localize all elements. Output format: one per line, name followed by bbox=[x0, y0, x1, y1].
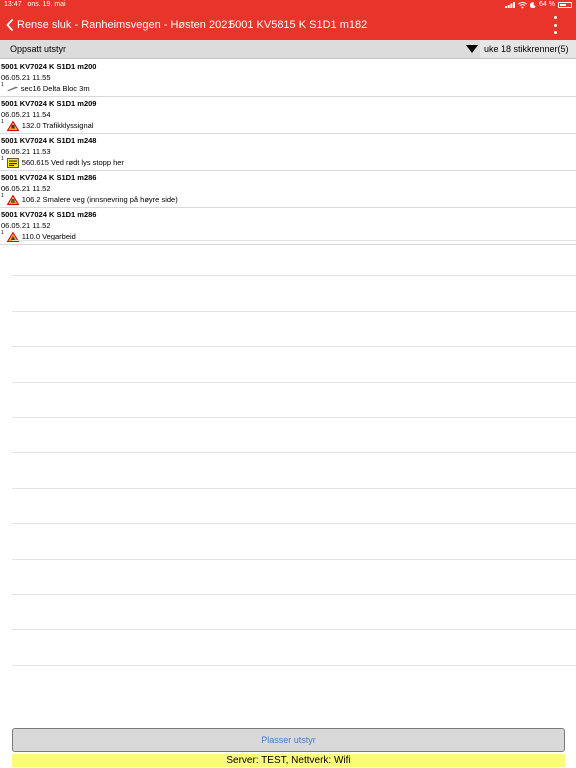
moon-icon bbox=[530, 2, 536, 8]
page-title: 5001 KV5815 K S1D1 m182 bbox=[229, 19, 368, 31]
empty-row-divider bbox=[12, 629, 576, 630]
toolbar-label: Oppsatt utstyr bbox=[10, 44, 67, 54]
empty-row-divider bbox=[12, 275, 576, 276]
warning-sign-icon bbox=[6, 120, 19, 131]
item-date: 06.05.21 11.55 bbox=[1, 73, 51, 82]
empty-row-divider bbox=[12, 594, 576, 595]
item-count: 1 bbox=[1, 156, 4, 162]
more-menu-button[interactable] bbox=[550, 16, 560, 34]
empty-row-divider bbox=[12, 240, 576, 241]
status-bar: 13:47 ons. 19. mai 64 % bbox=[0, 0, 576, 10]
server-status-bar: Server: TEST, Nettverk: Wifi bbox=[12, 754, 565, 767]
empty-row-divider bbox=[12, 559, 576, 560]
status-date: ons. 19. mai bbox=[27, 1, 66, 8]
item-date: 06.05.21 11.52 bbox=[1, 184, 51, 193]
item-date: 06.05.21 11.53 bbox=[1, 147, 51, 156]
empty-row-divider bbox=[12, 311, 576, 312]
empty-row-divider bbox=[12, 452, 576, 453]
warning-sign-icon bbox=[6, 194, 19, 205]
nav-bar: Rense sluk - Ranheimsvegen - Høsten 2021… bbox=[0, 10, 576, 40]
dropdown-arrow-icon[interactable] bbox=[466, 45, 478, 53]
item-title: 5001 KV7024 K S1D1 m200 bbox=[1, 62, 97, 71]
list-item[interactable]: 5001 KV7024 K S1D1 m200 06.05.21 11.55 1… bbox=[0, 61, 576, 97]
more-vertical-dot bbox=[553, 23, 557, 27]
wifi-icon bbox=[518, 1, 527, 8]
info-sign-icon bbox=[6, 157, 19, 168]
empty-row-divider bbox=[12, 346, 576, 347]
item-count: 1 bbox=[1, 119, 4, 125]
more-vertical-icon bbox=[553, 16, 557, 19]
list-item[interactable]: 5001 KV7024 K S1D1 m286 06.05.21 11.52 1… bbox=[0, 172, 576, 208]
more-vertical-dot bbox=[553, 31, 557, 34]
equipment-toolbar: Oppsatt utstyr uke 18 stikkrenner(5) bbox=[0, 40, 576, 59]
item-description: sec16 Delta Bloc 3m bbox=[20, 84, 90, 93]
battery-icon bbox=[558, 2, 572, 8]
item-date: 06.05.21 11.52 bbox=[1, 221, 51, 230]
item-title: 5001 KV7024 K S1D1 m286 bbox=[1, 173, 97, 182]
week-select[interactable]: uke 18 stikkrenner(5) bbox=[480, 40, 576, 58]
delta-bloc-icon bbox=[6, 86, 18, 91]
item-description: 560.615 Ved rødt lys stopp her bbox=[21, 158, 124, 167]
item-description: 132.0 Trafikklyssignal bbox=[21, 121, 94, 130]
list-item[interactable]: 5001 KV7024 K S1D1 m209 06.05.21 11.54 1… bbox=[0, 98, 576, 134]
empty-row-divider bbox=[12, 488, 576, 489]
item-title: 5001 KV7024 K S1D1 m286 bbox=[1, 210, 97, 219]
empty-row-divider bbox=[12, 665, 576, 666]
chevron-left-icon bbox=[6, 19, 13, 31]
item-title: 5001 KV7024 K S1D1 m248 bbox=[1, 136, 97, 145]
status-time: 13:47 bbox=[4, 1, 22, 8]
back-button[interactable]: Rense sluk - Ranheimsvegen - Høsten 2021 bbox=[6, 10, 233, 40]
item-count: 1 bbox=[1, 82, 4, 88]
item-description: 106.2 Smalere veg (innsnevring på høyre … bbox=[21, 195, 178, 204]
item-title: 5001 KV7024 K S1D1 m209 bbox=[1, 99, 97, 108]
item-count: 1 bbox=[1, 230, 4, 236]
place-equipment-button[interactable]: Plasser utstyr bbox=[12, 728, 565, 752]
back-label: Rense sluk - Ranheimsvegen - Høsten 2021 bbox=[17, 19, 234, 31]
signal-icon bbox=[505, 2, 516, 8]
empty-row-divider bbox=[12, 382, 576, 383]
empty-row-divider bbox=[12, 417, 576, 418]
battery-percent: 64 % bbox=[539, 1, 555, 8]
equipment-list: 5001 KV7024 K S1D1 m200 06.05.21 11.55 1… bbox=[0, 60, 576, 245]
item-count: 1 bbox=[1, 193, 4, 199]
list-item[interactable]: 5001 KV7024 K S1D1 m248 06.05.21 11.53 1… bbox=[0, 135, 576, 171]
empty-row-divider bbox=[12, 523, 576, 524]
item-date: 06.05.21 11.54 bbox=[1, 110, 51, 119]
